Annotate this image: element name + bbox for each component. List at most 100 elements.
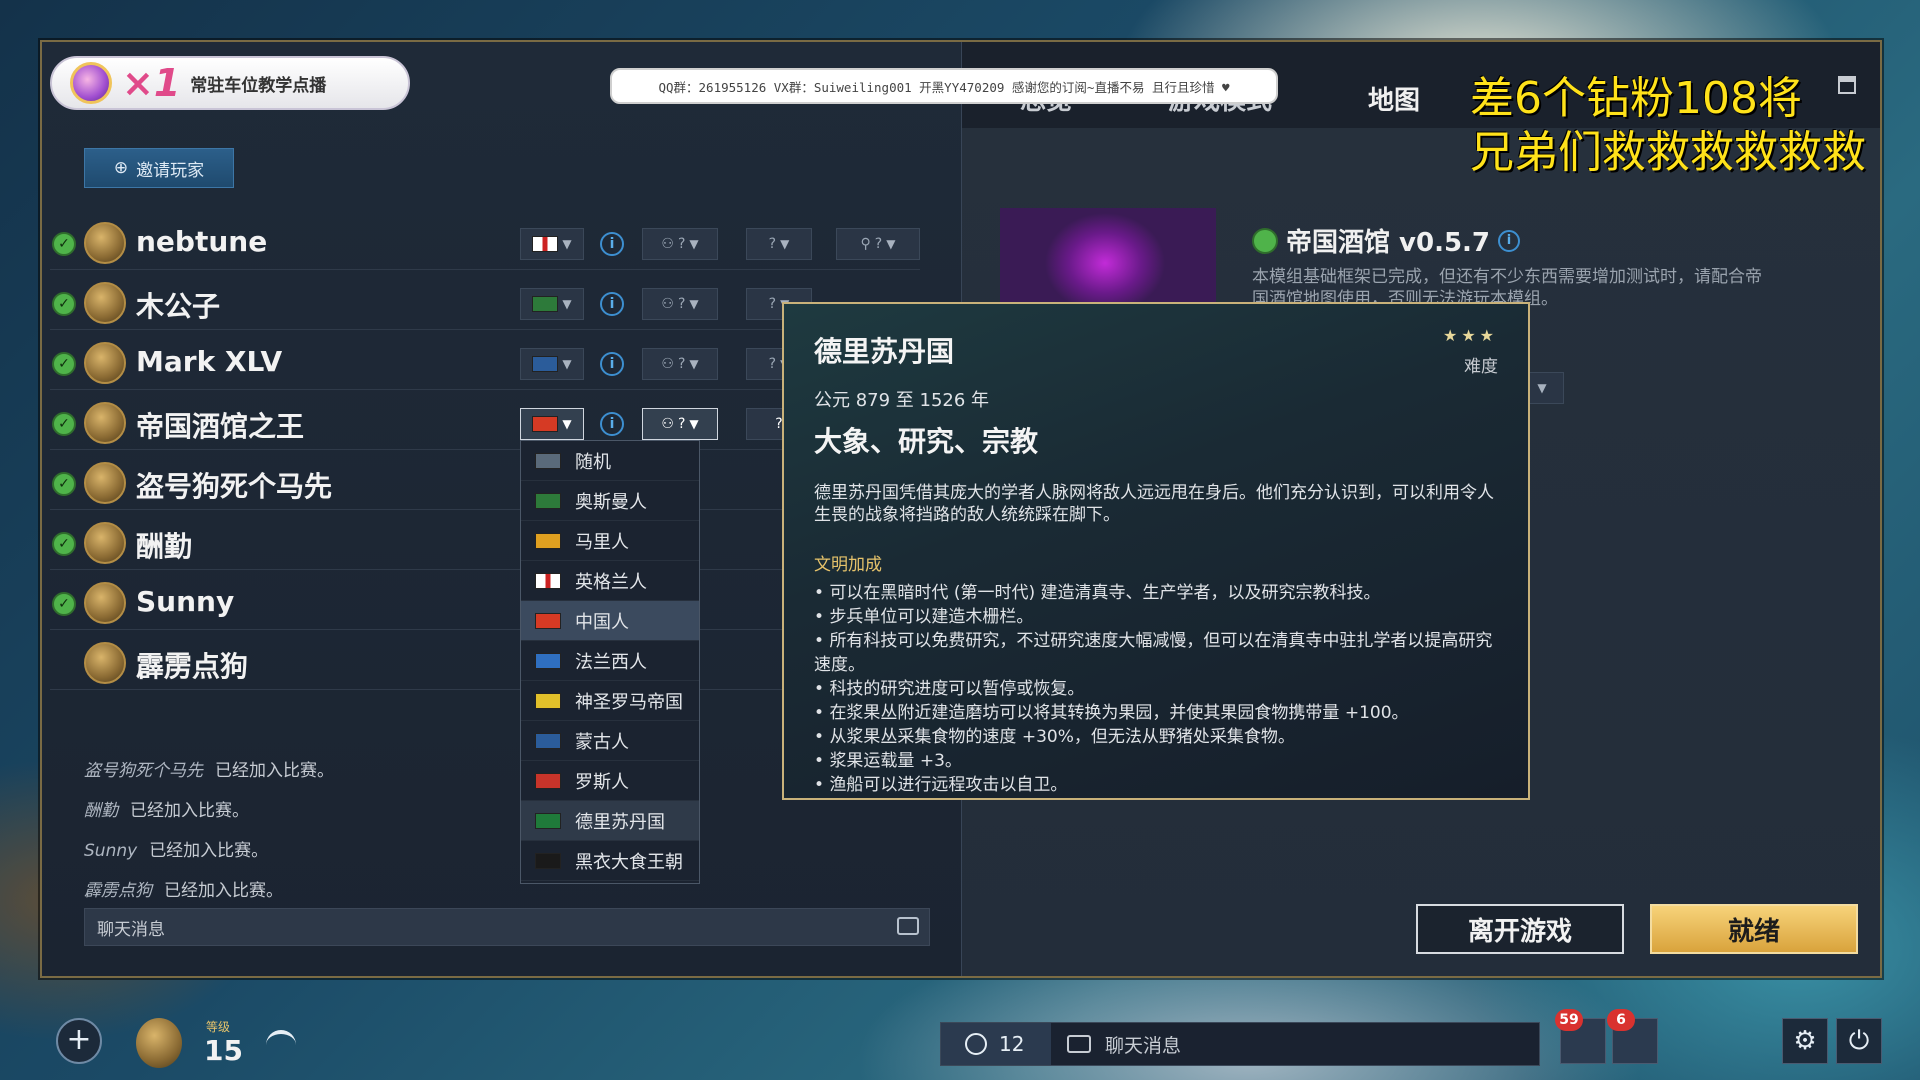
stream-contact-banner: QQ群：261955126 VX群：Suiweiling001 开黑YY4702… — [610, 68, 1278, 104]
chevron-down-icon: ▼ — [562, 297, 572, 311]
civ-option-label: 马里人 — [575, 531, 629, 553]
chevron-down-icon: ▼ — [562, 357, 572, 371]
avatar — [84, 582, 126, 624]
notifications-button[interactable]: 59 — [1555, 1009, 1606, 1064]
invite-label: 邀请玩家 — [136, 160, 205, 181]
civ-option[interactable]: 法兰西人 — [521, 641, 699, 681]
civ-option[interactable]: 蒙古人 — [521, 721, 699, 761]
civ-option[interactable]: 黑衣大食王朝 — [521, 841, 699, 881]
civ-info-button[interactable]: i — [600, 232, 624, 256]
team-value: ? — [677, 296, 686, 312]
color-question-icon: ? — [768, 356, 777, 372]
civ-option[interactable]: 神圣罗马帝国 — [521, 681, 699, 721]
team-select[interactable]: ⚇? ▼ — [642, 228, 718, 260]
avatar — [84, 642, 126, 684]
civ-bonus-item: 科技的研究进度可以暂停或恢复。 — [814, 677, 1498, 701]
chevron-down-icon: ▼ — [689, 417, 699, 431]
gear-icon[interactable]: ⚙ — [1782, 1018, 1828, 1064]
position-select[interactable]: ⚲? ▼ — [836, 228, 920, 260]
player-name: 盗号狗死个马先 — [136, 470, 333, 503]
civ-select[interactable]: ▼ — [520, 228, 584, 260]
civ-option-selected[interactable]: 中国人 — [521, 601, 699, 641]
player-name: nebtune — [136, 225, 268, 258]
stream-badge: ×1 常驻车位教学点播 — [50, 56, 410, 110]
civ-option[interactable]: 奥斯曼人 — [521, 481, 699, 521]
civ-option[interactable]: 马里人 — [521, 521, 699, 561]
chat-log-sender: 酬勤 — [84, 801, 118, 821]
wifi-icon — [266, 1030, 296, 1060]
civ-option-hovered[interactable]: 德里苏丹国 — [521, 801, 699, 841]
friends-button[interactable]: 12 — [941, 1023, 1051, 1065]
add-icon[interactable]: + — [56, 1018, 102, 1064]
team-value: ? — [677, 236, 686, 252]
civ-era: 公元 879 至 1526 年 — [814, 390, 990, 411]
civ-option[interactable]: 随机 — [521, 441, 699, 481]
chat-log-line: 酬勤 已经加入比赛。 — [84, 795, 504, 835]
civ-option[interactable]: 英格兰人 — [521, 561, 699, 601]
tab-map[interactable]: 地图 — [1368, 80, 1420, 117]
chat-log-sender: Sunny — [84, 841, 138, 861]
ready-check-icon: ✓ — [52, 412, 76, 436]
friends-icon — [965, 1033, 987, 1055]
team-icon: ⚇ — [661, 296, 674, 312]
power-icon[interactable]: ⏻ — [1836, 1018, 1882, 1064]
chat-log-message: 已经加入比赛。 — [149, 841, 269, 861]
flag-icon — [532, 296, 559, 312]
flag-icon — [535, 852, 561, 869]
civ-select[interactable]: ▼ — [520, 288, 584, 320]
chat-log: 盗号狗死个马先 已经加入比赛。 酬勤 已经加入比赛。 Sunny 已经加入比赛。 霹雳… — [84, 755, 504, 915]
chevron-down-icon: ▼ — [689, 357, 699, 371]
chat-log-message: 已经加入比赛。 — [130, 801, 249, 821]
civ-option-label: 奥斯曼人 — [575, 491, 647, 513]
chat-log-message: 已经加入比赛。 — [215, 761, 334, 781]
flag-icon — [532, 416, 559, 432]
civ-bonus-title: 文明加成 — [814, 555, 882, 575]
chat-button[interactable]: 聊天消息 — [1053, 1023, 1539, 1065]
civ-option[interactable]: 罗斯人 — [521, 761, 699, 801]
civ-option-label: 中国人 — [575, 611, 629, 633]
chat-icon — [1067, 1035, 1091, 1053]
notification-count-badge: 59 — [1555, 1009, 1583, 1031]
flag-icon — [535, 572, 561, 589]
civ-option-label: 随机 — [575, 451, 611, 473]
info-icon[interactable]: i — [1498, 229, 1521, 252]
crown-button[interactable]: 6 — [1607, 1009, 1658, 1064]
mod-title-text: 帝国酒馆 v0.5.7 — [1286, 228, 1491, 258]
chat-log-sender: 盗号狗死个马先 — [84, 761, 203, 781]
stream-message-line: 兄弟们救救救救救救 — [1470, 127, 1866, 178]
civ-info-button[interactable]: i — [600, 412, 624, 436]
level-label: 等级 — [206, 1020, 231, 1034]
chat-bubble-icon[interactable] — [897, 917, 919, 935]
civ-bonus-item: 浆果运载量 +3。 — [814, 749, 1498, 773]
map-pin-icon: ⚲ — [860, 236, 871, 252]
social-bar: 12 聊天消息 — [940, 1022, 1540, 1066]
chat-log-message: 已经加入比赛。 — [164, 881, 283, 901]
civ-info-button[interactable]: i — [600, 292, 624, 316]
civ-select[interactable]: ▼ — [520, 408, 584, 440]
invite-player-button[interactable]: ⊕ 邀请玩家 — [84, 148, 234, 188]
chat-input[interactable]: 聊天消息 — [84, 908, 930, 946]
player-emblem-icon[interactable] — [136, 1018, 182, 1068]
difficulty-label: 难度 — [1464, 357, 1498, 377]
color-question-icon: ? — [768, 296, 777, 312]
chevron-down-icon: ▼ — [562, 417, 572, 431]
stream-badge-text: 常驻车位教学点播 — [190, 75, 327, 96]
flag-icon — [535, 532, 561, 549]
civ-bonus-item: 可以在黑暗时代 (第一时代) 建造清真寺、生产学者，以及研究宗教科技。 — [814, 581, 1498, 605]
color-select[interactable]: ?▼ — [746, 228, 812, 260]
chevron-down-icon: ▼ — [689, 237, 699, 251]
team-select[interactable]: ⚇? ▼ — [642, 348, 718, 380]
flag-icon — [535, 772, 561, 789]
civ-dropdown-menu: 随机 奥斯曼人 马里人 英格兰人 中国人 法兰西人 神圣罗马帝国 蒙古人 罗斯人… — [520, 440, 700, 884]
team-select[interactable]: ⚇? ▼ — [642, 288, 718, 320]
civ-bonus-list: 可以在黑暗时代 (第一时代) 建造清真寺、生产学者，以及研究宗教科技。 步兵单位… — [814, 581, 1498, 797]
player-row: ✓ nebtune ▼ i ⚇? ▼ ? ▼ ⚲? ▼ — [50, 216, 920, 270]
ready-check-icon: ✓ — [52, 232, 76, 256]
chat-log-line: Sunny 已经加入比赛。 — [84, 835, 504, 875]
team-select[interactable]: ⚇? ▼ — [642, 408, 718, 440]
leave-game-button[interactable]: 离开游戏 — [1416, 904, 1624, 954]
ready-button[interactable]: 就绪 — [1650, 904, 1858, 954]
civ-info-button[interactable]: i — [600, 352, 624, 376]
civ-select[interactable]: ▼ — [520, 348, 584, 380]
player-name: 酬勤 — [136, 530, 193, 563]
